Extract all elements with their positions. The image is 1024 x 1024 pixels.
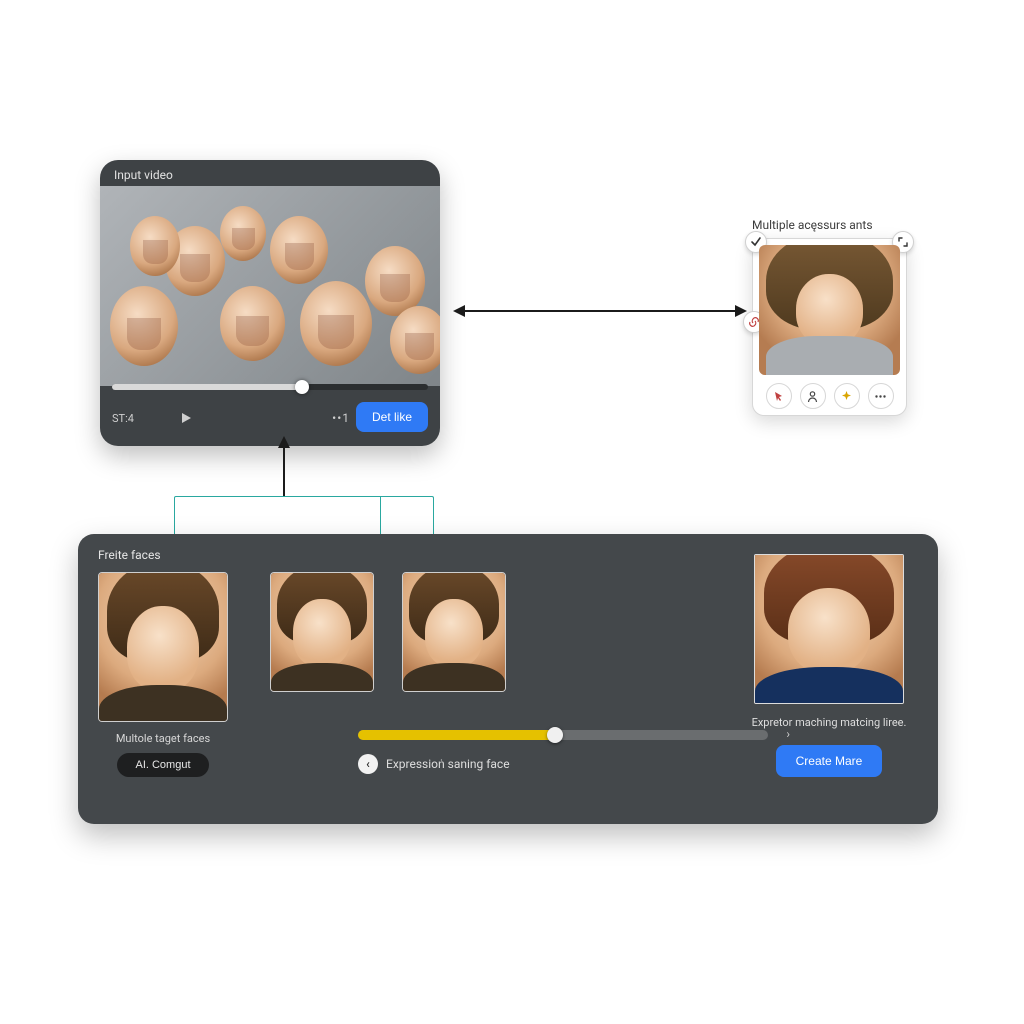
target-face-column: Multole taget faces AI. Comgut bbox=[98, 572, 228, 777]
result-caption: Expretor maching matcing liree. bbox=[752, 716, 907, 731]
accessories-card bbox=[752, 238, 907, 416]
crowd-face bbox=[220, 206, 266, 261]
slider-caption-row: ‹ Expressioṅ saning face bbox=[358, 754, 768, 774]
result-column: Expretor maching matcing liree. Create M… bbox=[744, 554, 914, 777]
play-icon[interactable] bbox=[180, 412, 192, 424]
slider-knob[interactable] bbox=[547, 727, 563, 743]
input-video-card: Input video ST:4 ••1 Det like bbox=[100, 160, 440, 446]
candidate-face-2[interactable] bbox=[402, 572, 506, 692]
slider-caption: Expressioṅ saning face bbox=[386, 757, 510, 771]
accessories-panel: Multiple acęssurs ants bbox=[752, 218, 907, 416]
crowd-face bbox=[110, 286, 178, 366]
crowd-face bbox=[390, 306, 440, 374]
crowd-face bbox=[300, 281, 372, 366]
relation-arrow bbox=[455, 310, 745, 312]
slider-prev-icon[interactable]: ‹ bbox=[358, 754, 378, 774]
crowd-face bbox=[220, 286, 285, 361]
crowd-face bbox=[130, 216, 180, 276]
more-icon[interactable] bbox=[868, 383, 894, 409]
create-more-button[interactable]: Create Mare bbox=[776, 745, 883, 777]
accessories-portrait[interactable] bbox=[759, 245, 900, 375]
detect-button[interactable]: Det like bbox=[356, 402, 428, 432]
sparkle-icon[interactable] bbox=[834, 383, 860, 409]
crowd-face bbox=[270, 216, 328, 284]
video-seek-bar[interactable] bbox=[112, 384, 428, 390]
ai-compat-button[interactable]: AI. Comgut bbox=[117, 753, 208, 777]
input-video-title: Input video bbox=[100, 160, 440, 186]
up-arrow bbox=[283, 438, 285, 496]
video-more-icon[interactable]: ••1 bbox=[332, 411, 350, 425]
video-time-label: ST:4 bbox=[112, 412, 144, 425]
pointer-icon[interactable] bbox=[766, 383, 792, 409]
candidate-face-1[interactable] bbox=[270, 572, 374, 692]
target-faces-label: Multole taget faces bbox=[116, 732, 210, 745]
expression-slider[interactable]: › ‹ Expressioṅ saning face bbox=[358, 730, 768, 774]
person-icon[interactable] bbox=[800, 383, 826, 409]
video-controls: ST:4 ••1 Det like bbox=[100, 386, 440, 446]
input-video-thumbnail[interactable] bbox=[100, 186, 440, 386]
target-face-1[interactable] bbox=[98, 572, 228, 722]
faces-panel: Freite faces Multole taget faces AI. Com… bbox=[78, 534, 938, 824]
accessories-toolbar bbox=[759, 383, 900, 409]
accessories-label: Multiple acęssurs ants bbox=[752, 218, 907, 232]
seek-knob[interactable] bbox=[295, 380, 309, 394]
result-face[interactable] bbox=[754, 554, 904, 704]
